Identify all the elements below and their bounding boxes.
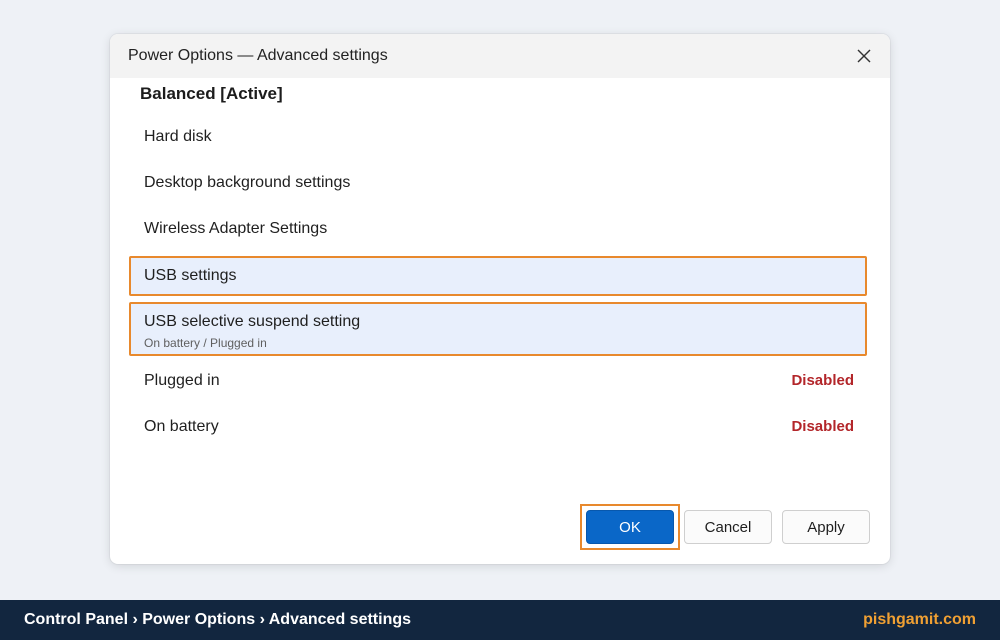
setting-plugged-in[interactable]: Plugged in Disabled xyxy=(144,372,854,390)
setting-on-battery[interactable]: On battery Disabled xyxy=(144,418,854,436)
setting-label: Plugged in xyxy=(144,372,220,389)
close-button[interactable] xyxy=(852,44,876,68)
setting-usb-selective-suspend[interactable]: USB selective suspend setting On battery… xyxy=(129,302,867,356)
dialog-title: Power Options — Advanced settings xyxy=(128,47,388,64)
setting-value-on-battery[interactable]: Disabled xyxy=(791,418,854,435)
cancel-button[interactable]: Cancel xyxy=(684,510,772,544)
setting-wireless-adapter[interactable]: Wireless Adapter Settings xyxy=(144,220,854,238)
setting-hard-disk[interactable]: Hard disk xyxy=(144,128,854,146)
footer-bar: Control Panel › Power Options › Advanced… xyxy=(0,600,1000,640)
setting-value-plugged-in[interactable]: Disabled xyxy=(791,372,854,389)
setting-usb-settings[interactable]: USB settings xyxy=(129,256,867,296)
breadcrumb: Control Panel › Power Options › Advanced… xyxy=(24,611,412,628)
setting-label: Desktop background settings xyxy=(144,174,351,191)
setting-label: Wireless Adapter Settings xyxy=(144,220,328,237)
close-icon xyxy=(857,49,871,63)
setting-label: Hard disk xyxy=(144,128,212,145)
apply-button[interactable]: Apply xyxy=(782,510,870,544)
brand-watermark: pishgamit.com xyxy=(863,611,976,628)
advanced-settings-dialog: Power Options — Advanced settings Balanc… xyxy=(110,34,890,564)
setting-sublabel: On battery / Plugged in xyxy=(144,336,267,350)
ok-button[interactable]: OK xyxy=(586,510,674,544)
setting-label: USB selective suspend setting xyxy=(144,313,361,330)
setting-label: USB settings xyxy=(144,267,237,284)
setting-desktop-background[interactable]: Desktop background settings xyxy=(144,174,854,192)
setting-label: On battery xyxy=(144,418,219,435)
power-plan-heading[interactable]: Balanced [Active] xyxy=(140,84,283,104)
dialog-titlebar: Power Options — Advanced settings xyxy=(110,34,890,78)
